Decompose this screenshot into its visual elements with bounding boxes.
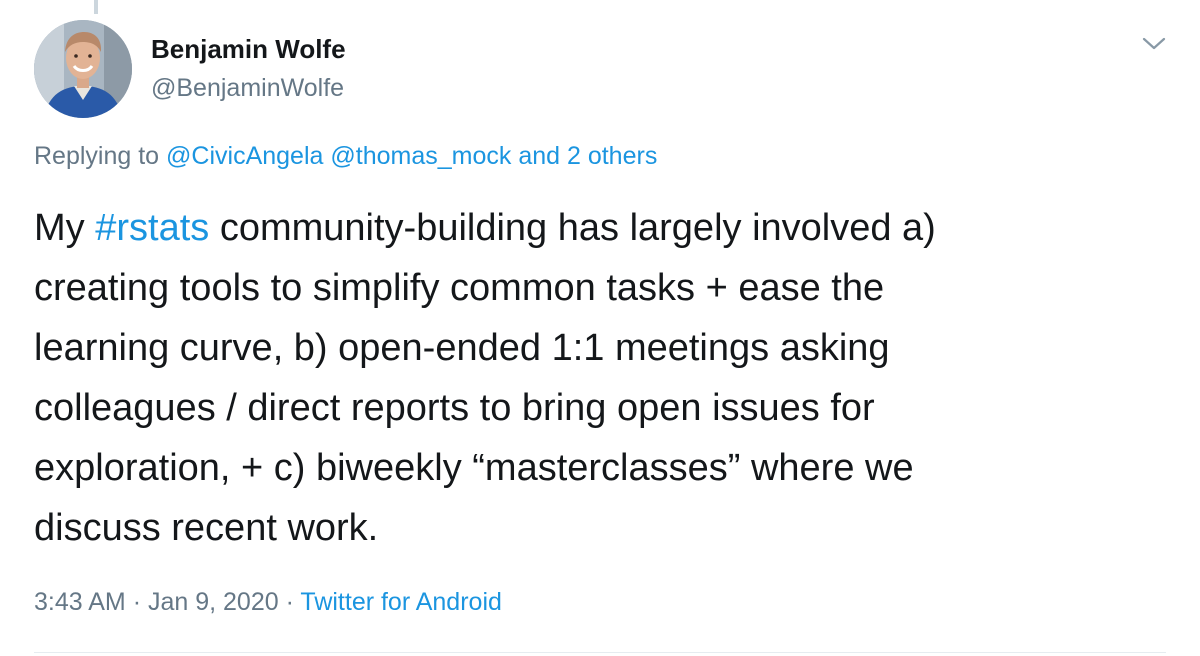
author-handle[interactable]: @BenjaminWolfe bbox=[151, 74, 344, 103]
tweet-first-word: My bbox=[34, 207, 85, 249]
tweet-line-3: learning curve, b) open-ended 1:1 meetin… bbox=[34, 327, 890, 369]
tweet-meta: 3:43 AM · Jan 9, 2020 · Twitter for Andr… bbox=[34, 588, 502, 617]
tweet-line-6: discuss recent work. bbox=[34, 507, 379, 549]
hashtag-rstats[interactable]: #rstats bbox=[95, 207, 209, 249]
tweet-line-4: colleagues / direct reports to bring ope… bbox=[34, 387, 875, 429]
replying-to: Replying to @CivicAngela @thomas_mock an… bbox=[34, 142, 657, 171]
tweet-line-5: exploration, + c) biweekly “masterclasse… bbox=[34, 447, 914, 489]
tweet-line-2: creating tools to simplify common tasks … bbox=[34, 267, 885, 309]
avatar[interactable] bbox=[34, 20, 132, 118]
thread-connector-line bbox=[94, 0, 98, 14]
tweet-text: My #rstats community-building has largel… bbox=[34, 198, 1184, 558]
divider bbox=[34, 652, 1166, 653]
tweet-source-link[interactable]: Twitter for Android bbox=[300, 588, 501, 616]
replying-to-label: Replying to bbox=[34, 142, 160, 170]
tweet-line-1: My #rstats community-building has largel… bbox=[34, 198, 1184, 258]
chevron-down-icon[interactable] bbox=[1140, 34, 1168, 54]
mention-others[interactable]: and 2 others bbox=[518, 142, 657, 170]
avatar-photo bbox=[34, 20, 132, 118]
mention-thomas-mock[interactable]: @thomas_mock bbox=[330, 142, 511, 170]
tweet-card: Benjamin Wolfe @BenjaminWolfe Replying t… bbox=[0, 0, 1200, 656]
tweet-time[interactable]: 3:43 AM bbox=[34, 588, 126, 616]
tweet-date[interactable]: Jan 9, 2020 bbox=[148, 588, 279, 616]
author-name[interactable]: Benjamin Wolfe bbox=[151, 34, 346, 65]
meta-separator: · bbox=[132, 588, 142, 616]
meta-separator: · bbox=[285, 588, 294, 616]
tweet-line-text: community-building has largely involved … bbox=[219, 207, 936, 249]
mention-civicangela[interactable]: @CivicAngela bbox=[166, 142, 323, 170]
